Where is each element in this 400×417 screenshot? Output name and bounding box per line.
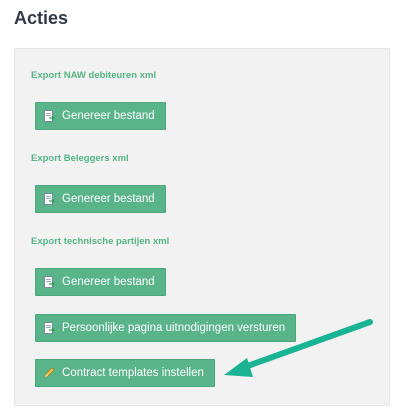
actions-panel: Export NAW debiteuren xml Genereer besta…: [14, 48, 390, 406]
generate-naw-button[interactable]: Genereer bestand: [35, 102, 166, 130]
generate-beleggers-label: Genereer bestand: [62, 193, 155, 205]
page-title: Acties: [14, 8, 69, 28]
generate-naw-label: Genereer bestand: [62, 110, 155, 122]
file-export-icon: [43, 110, 55, 122]
send-personal-page-invitations-button[interactable]: Persoonlijke pagina uitnodigingen verstu…: [35, 314, 297, 342]
contract-templates-label: Contract templates instellen: [62, 367, 204, 379]
file-export-icon: [43, 276, 55, 288]
pencil-icon: [43, 367, 55, 379]
generate-technische-partijen-button[interactable]: Genereer bestand: [35, 268, 166, 296]
generate-technische-partijen-label: Genereer bestand: [62, 276, 155, 288]
section-label-technische-partijen: Export technische partijen xml: [31, 236, 170, 247]
section-label-beleggers: Export Beleggers xml: [31, 153, 129, 164]
section-label-naw: Export NAW debiteuren xml: [31, 70, 157, 81]
generate-beleggers-button[interactable]: Genereer bestand: [35, 185, 166, 213]
file-export-icon: [43, 322, 55, 334]
contract-templates-button[interactable]: Contract templates instellen: [35, 359, 215, 387]
file-export-icon: [43, 193, 55, 205]
send-invitations-label: Persoonlijke pagina uitnodigingen verstu…: [62, 322, 286, 334]
